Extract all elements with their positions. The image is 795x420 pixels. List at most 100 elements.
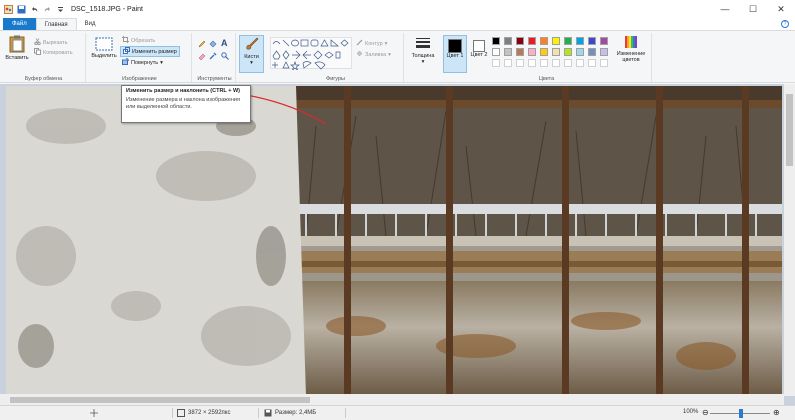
palette-swatch[interactable] [492, 48, 500, 56]
zoom-slider-thumb[interactable] [739, 409, 743, 418]
palette-swatch[interactable] [528, 37, 536, 45]
crop-label: Обрезать [131, 37, 156, 44]
color2-swatch [473, 40, 485, 52]
palette-swatch[interactable] [540, 37, 548, 45]
color1-label: Цвет 1 [446, 53, 464, 59]
color-picker-icon[interactable] [209, 52, 217, 60]
crop-icon [122, 36, 129, 45]
shapes-gallery[interactable] [270, 37, 352, 72]
outline-button[interactable]: Контур ▾ [356, 39, 387, 48]
image-group: Выделить Обрезать Изменить размер Поверн… [88, 33, 192, 82]
edit-colors-button[interactable]: Изменение цветов [612, 35, 650, 63]
color2-button[interactable]: Цвет 2 [469, 35, 489, 73]
zoom-level: 100% [683, 409, 699, 415]
custom-color-slot[interactable] [516, 59, 524, 67]
chevron-down-icon: ▾ [160, 59, 163, 66]
customize-toolbar-icon[interactable] [56, 5, 65, 14]
horizontal-scroll-thumb[interactable] [10, 397, 310, 403]
palette-swatch[interactable] [588, 48, 596, 56]
palette-swatch[interactable] [576, 48, 584, 56]
zoom-out-button[interactable]: ⊖ [702, 408, 709, 417]
paint-window: DSC_1518.JPG - Paint — ☐ ✕ Файл Главная … [0, 0, 795, 420]
palette-swatch[interactable] [552, 37, 560, 45]
chevron-down-icon: ▾ [421, 59, 425, 65]
zoom-in-button[interactable]: ⊕ [773, 408, 780, 417]
custom-color-slot[interactable] [588, 59, 596, 67]
save-icon[interactable] [17, 5, 26, 14]
image-canvas[interactable] [6, 86, 782, 396]
copy-icon [34, 48, 41, 57]
outline-icon [356, 39, 363, 48]
palette-swatch[interactable] [552, 48, 560, 56]
colors-group-label: Цвета [538, 76, 555, 82]
palette-swatch[interactable] [504, 37, 512, 45]
cut-button[interactable]: Вырезать [34, 38, 67, 47]
palette-swatch[interactable] [600, 48, 608, 56]
resize-tooltip: Изменить размер и наклонить (CTRL + W) И… [121, 85, 251, 123]
chevron-down-icon: ▾ [250, 60, 253, 66]
horizontal-scrollbar[interactable] [0, 394, 784, 405]
custom-color-slot[interactable] [492, 59, 500, 67]
palette-swatch[interactable] [504, 48, 512, 56]
brushes-button[interactable]: Кисти ▾ [239, 35, 264, 73]
palette-swatch[interactable] [540, 48, 548, 56]
status-separator [258, 408, 259, 418]
ribbon: Вставить Вырезать Копировать Буфер обмен… [0, 30, 795, 83]
custom-color-slot[interactable] [552, 59, 560, 67]
custom-color-slot[interactable] [528, 59, 536, 67]
palette-swatch[interactable] [588, 37, 596, 45]
text-tool-icon[interactable]: A [221, 38, 228, 48]
cut-label: Вырезать [43, 39, 68, 46]
custom-color-slot[interactable] [504, 59, 512, 67]
disk-icon [264, 409, 272, 417]
maximize-button[interactable]: ☐ [739, 0, 767, 18]
title-bar: DSC_1518.JPG - Paint — ☐ ✕ [0, 0, 795, 18]
vertical-scrollbar[interactable] [784, 84, 795, 396]
copy-label: Копировать [43, 49, 73, 56]
paste-button[interactable]: Вставить [5, 35, 29, 61]
resize-button[interactable]: Изменить размер [120, 46, 180, 57]
fill-bucket-icon[interactable] [209, 40, 217, 48]
cursor-position-icon [90, 409, 98, 417]
rotate-button[interactable]: Повернуть ▾ [122, 58, 163, 67]
select-button[interactable]: Выделить [90, 37, 118, 59]
select-label: Выделить [91, 53, 117, 59]
line-thickness-icon [415, 37, 431, 53]
custom-color-slot[interactable] [564, 59, 572, 67]
vertical-scroll-thumb[interactable] [786, 94, 793, 166]
magnifier-icon[interactable] [221, 52, 229, 60]
crop-button[interactable]: Обрезать [122, 36, 155, 45]
color1-button[interactable]: Цвет 1 [443, 35, 467, 73]
size-button[interactable]: Толщина ▾ [409, 37, 437, 65]
custom-color-slot[interactable] [576, 59, 584, 67]
eraser-icon[interactable] [198, 52, 206, 60]
close-button[interactable]: ✕ [767, 0, 795, 18]
redo-icon[interactable] [43, 5, 52, 14]
palette-swatch[interactable] [564, 37, 572, 45]
tab-home[interactable]: Главная [35, 18, 77, 30]
paste-label: Вставить [5, 55, 29, 61]
tools-group-label: Инструменты [197, 76, 232, 82]
help-icon[interactable]: ? [781, 20, 789, 28]
brushes-group: Кисти ▾ [238, 33, 266, 82]
colors-group: Цвет 1 Цвет 2 Изменение цветов Цвета [442, 33, 652, 82]
tab-view[interactable]: Вид [77, 18, 104, 30]
undo-icon[interactable] [30, 5, 39, 14]
minimize-button[interactable]: — [711, 0, 739, 18]
dimensions-text: 3872 × 2592пкс [188, 410, 231, 416]
palette-swatch[interactable] [492, 37, 500, 45]
palette-swatch[interactable] [600, 37, 608, 45]
palette-swatch[interactable] [576, 37, 584, 45]
custom-color-slot[interactable] [540, 59, 548, 67]
quick-access-toolbar [0, 0, 65, 18]
tab-file[interactable]: Файл [3, 18, 36, 30]
palette-swatch[interactable] [528, 48, 536, 56]
palette-swatch[interactable] [516, 48, 524, 56]
fill-button[interactable]: Заливка ▾ [356, 50, 391, 59]
ribbon-tabs: Файл Главная Вид [0, 18, 795, 30]
custom-color-slot[interactable] [600, 59, 608, 67]
pencil-icon[interactable] [198, 40, 206, 48]
palette-swatch[interactable] [516, 37, 524, 45]
palette-swatch[interactable] [564, 48, 572, 56]
copy-button[interactable]: Копировать [34, 48, 73, 57]
